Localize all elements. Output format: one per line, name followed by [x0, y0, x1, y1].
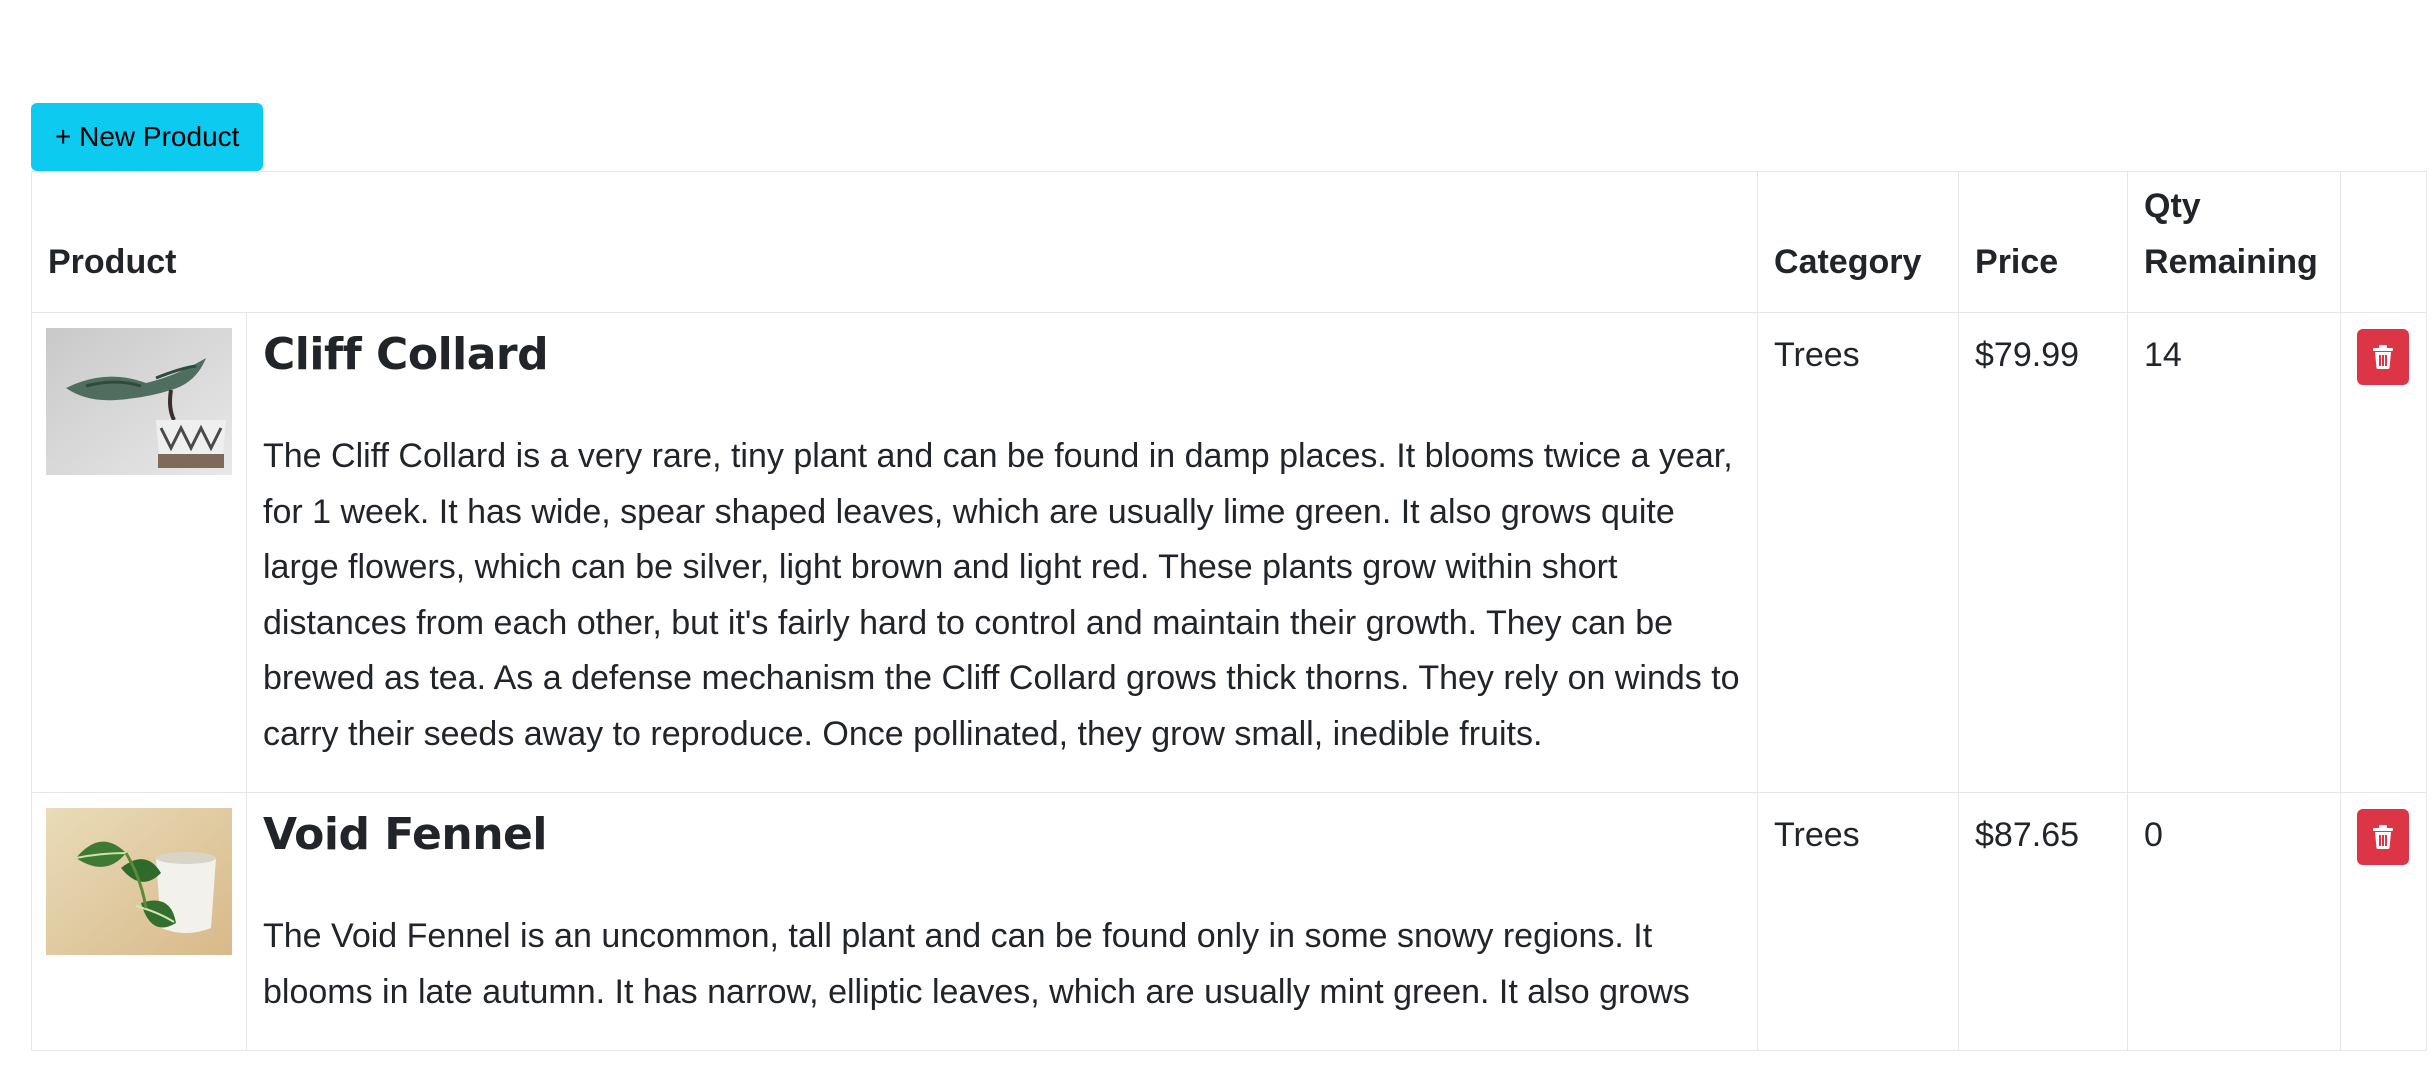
product-image-pothos	[46, 808, 232, 955]
product-qty: 0	[2127, 792, 2342, 1051]
table-row: Cliff Collard The Cliff Collard is a ver…	[31, 312, 2428, 793]
product-price: $87.65	[1958, 792, 2129, 1051]
header-price: Price	[1958, 171, 2129, 313]
product-actions-cell	[2340, 312, 2428, 793]
header-actions	[2340, 171, 2428, 313]
trash-icon	[2373, 825, 2394, 849]
product-actions-cell	[2340, 792, 2428, 1051]
product-image-cell	[31, 312, 247, 793]
products-table: Product Category Price Qty Remaining Cli…	[30, 171, 2428, 1051]
product-qty: 14	[2127, 312, 2342, 793]
new-product-button[interactable]: + New Product	[31, 103, 264, 171]
products-page: + New Product Product Category Price Qty…	[0, 0, 2434, 1090]
header-product: Product	[30, 171, 1759, 313]
product-description: The Void Fennel is an uncommon, tall pla…	[263, 917, 1690, 1011]
product-category: Trees	[1757, 312, 1960, 793]
product-info-cell: Cliff Collard The Cliff Collard is a ver…	[245, 312, 1759, 793]
product-name[interactable]: Cliff Collard	[263, 327, 1741, 383]
table-row: Void Fennel The Void Fennel is an uncomm…	[31, 792, 2428, 1051]
product-info-cell: Void Fennel The Void Fennel is an uncomm…	[245, 792, 1759, 1051]
product-description: The Cliff Collard is a very rare, tiny p…	[263, 437, 1740, 753]
delete-button[interactable]	[2357, 329, 2410, 385]
product-category: Trees	[1757, 792, 1960, 1051]
product-name[interactable]: Void Fennel	[263, 807, 1741, 863]
table-header: Product Category Price Qty Remaining	[30, 171, 2428, 313]
product-price: $79.99	[1958, 312, 2129, 793]
delete-button[interactable]	[2357, 809, 2410, 865]
header-category: Category	[1757, 171, 1960, 313]
product-image-cell	[31, 792, 247, 1051]
header-qty-remaining: Qty Remaining	[2127, 171, 2342, 313]
product-image-bonsai	[46, 328, 232, 475]
trash-icon	[2373, 345, 2394, 369]
